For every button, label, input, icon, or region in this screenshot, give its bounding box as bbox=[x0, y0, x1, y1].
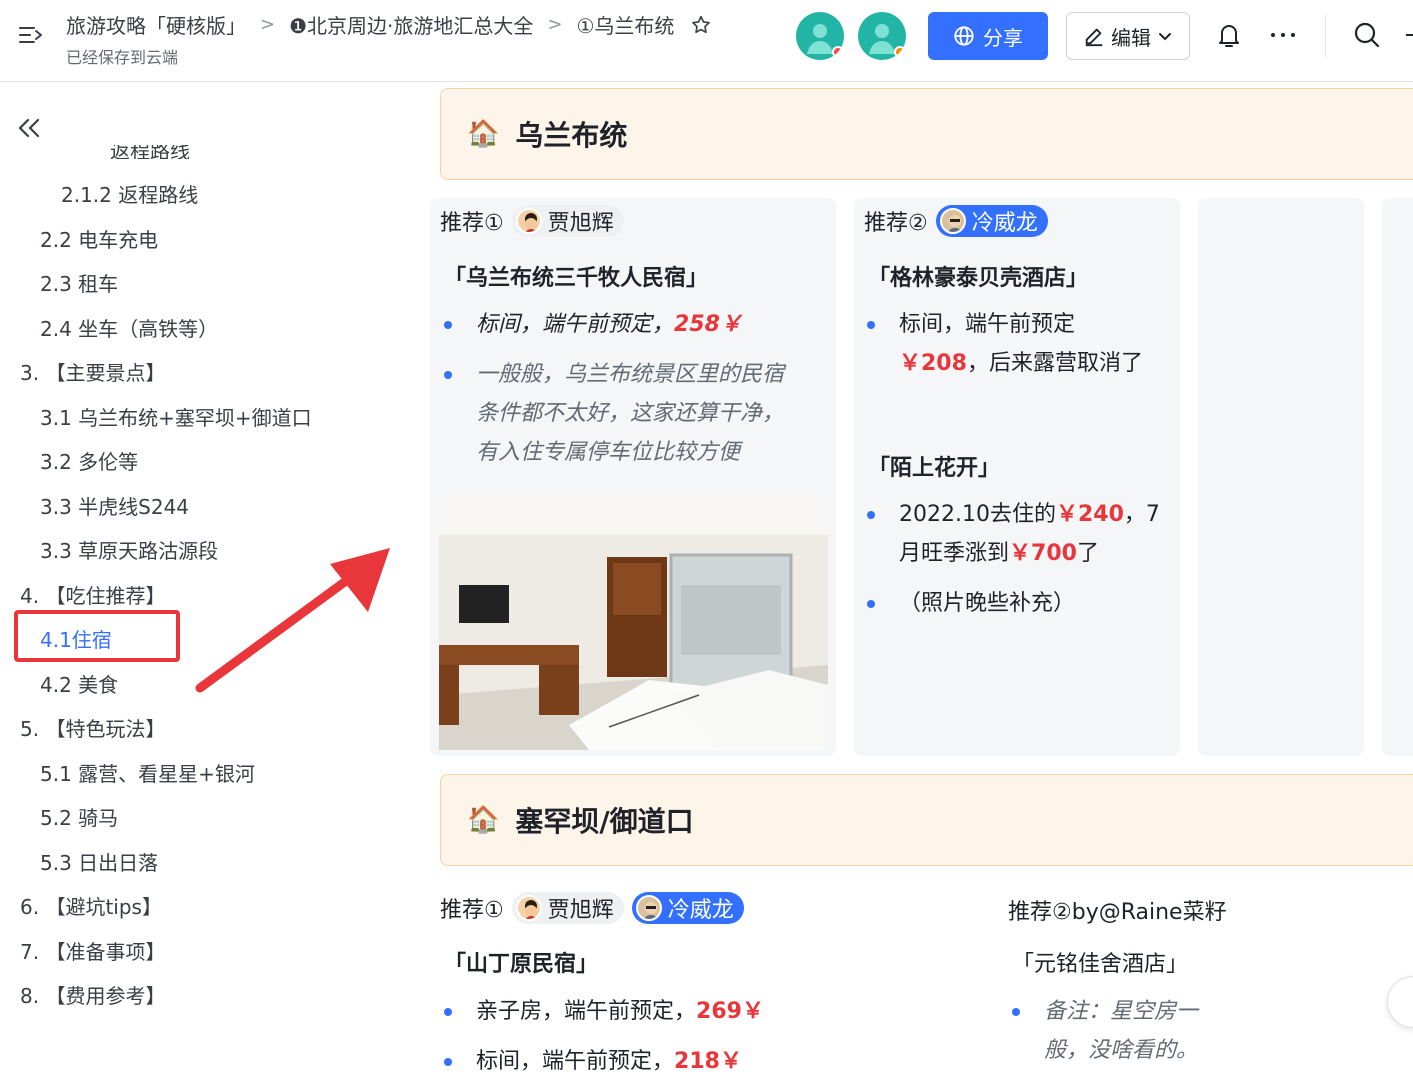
mention-chip[interactable]: 贾旭辉 bbox=[511, 205, 624, 237]
chevron-right-icon: > bbox=[547, 14, 563, 35]
toc-item[interactable]: 3. 【主要景点】 bbox=[20, 357, 165, 386]
recommender-line: 推荐① 贾旭辉 冷威龙 bbox=[440, 892, 744, 924]
hotel-name: 「山丁原民宿」 bbox=[444, 952, 599, 977]
toc-item[interactable]: 2.1.2 返程路线 bbox=[61, 179, 198, 208]
status-dot bbox=[832, 46, 844, 58]
avatar bbox=[515, 895, 542, 921]
hotel-name: 「格林豪泰贝壳酒店」 bbox=[868, 266, 1089, 291]
hotel-name: 「陌上花开」 bbox=[868, 456, 1001, 481]
list-item: 一般般，乌兰布统景区里的民宿 条件都不太好，这家还算干净， 有入住专属停车位比较… bbox=[444, 355, 826, 472]
mention-chip[interactable]: 贾旭辉 bbox=[511, 892, 624, 924]
recommender-line: 推荐②by@Raine菜籽 bbox=[1008, 900, 1227, 925]
mention-chip[interactable]: 冷威龙 bbox=[935, 205, 1048, 237]
toc-item-partial: 返程路线 bbox=[110, 145, 190, 159]
toc-item[interactable]: 5.2 骑马 bbox=[40, 802, 118, 831]
toc-item[interactable]: 4.2 美食 bbox=[40, 669, 118, 698]
section-title: 塞罕坝/御道口 bbox=[515, 805, 694, 838]
edit-label: 编辑 bbox=[1111, 25, 1151, 50]
status-dot bbox=[894, 46, 906, 58]
share-button[interactable]: 分享 bbox=[928, 12, 1048, 60]
search-icon[interactable] bbox=[1352, 20, 1382, 50]
avatar bbox=[635, 895, 662, 921]
hotel-name: 「元铭佳舍酒店」 bbox=[1012, 952, 1189, 977]
grid-column bbox=[1382, 198, 1413, 756]
list-item: （照片晚些补充） bbox=[867, 584, 1174, 623]
avatar bbox=[515, 208, 542, 234]
section-title: 乌兰布统 bbox=[515, 119, 628, 152]
toc-item[interactable]: 6. 【避坑tips】 bbox=[20, 891, 162, 920]
saved-status: 已经保存到云端 bbox=[66, 48, 179, 67]
menu-icon[interactable] bbox=[18, 24, 44, 46]
document-body: 🏠 乌兰布统 推荐① 贾旭辉 「乌兰布统三千牧人民宿」 标间，端午前预定，258… bbox=[430, 83, 1413, 1080]
edit-button[interactable]: 编辑 bbox=[1066, 12, 1190, 60]
avatar bbox=[939, 208, 966, 234]
divider bbox=[1325, 14, 1326, 58]
pencil-icon bbox=[1085, 28, 1103, 47]
callout-block: 🏠 塞罕坝/御道口 bbox=[440, 774, 1413, 866]
globe-icon bbox=[954, 26, 974, 46]
house-icon: 🏠 bbox=[467, 805, 500, 835]
list-item: 标间，端午前预定 ￥208，后来露营取消了 bbox=[867, 305, 1174, 383]
share-label: 分享 bbox=[983, 25, 1023, 50]
toc-item[interactable]: 2.2 电车充电 bbox=[40, 224, 158, 253]
bell-icon[interactable] bbox=[1214, 20, 1244, 50]
hotel-name: 「乌兰布统三千牧人民宿」 bbox=[444, 266, 709, 291]
room-photo[interactable] bbox=[439, 495, 828, 750]
highlight-box bbox=[14, 610, 180, 662]
more-icon[interactable] bbox=[1268, 20, 1298, 50]
toc-item[interactable]: 5.3 日出日落 bbox=[40, 847, 158, 876]
chevron-right-icon: > bbox=[260, 14, 276, 35]
chevron-down-icon bbox=[1159, 33, 1171, 41]
breadcrumb-item-guide[interactable]: 旅游攻略「硬核版」 bbox=[66, 10, 246, 39]
toc-item[interactable]: 5. 【特色玩法】 bbox=[20, 713, 165, 742]
star-icon[interactable] bbox=[690, 14, 712, 36]
avatar[interactable] bbox=[858, 12, 906, 60]
recommender-line: 推荐① 贾旭辉 bbox=[440, 205, 624, 237]
mention-chip[interactable]: 冷威龙 bbox=[631, 892, 744, 924]
toc-item[interactable]: 3.2 多伦等 bbox=[40, 446, 138, 475]
avatar[interactable] bbox=[796, 12, 844, 60]
list-item: 标间，端午前预定，258￥ bbox=[444, 305, 826, 344]
toc-item[interactable]: 3.3 半虎线S244 bbox=[40, 491, 189, 520]
more-menu-icon[interactable] bbox=[1404, 20, 1413, 50]
list-item: 标间，端午前预定，218￥ bbox=[444, 1042, 976, 1080]
toc-sidebar: 返程路线 2.1.2 返程路线 2.2 电车充电 2.3 租车 2.4 坐车（高… bbox=[0, 83, 400, 1080]
toc-item[interactable]: 4. 【吃住推荐】 bbox=[20, 580, 165, 609]
breadcrumb: 旅游攻略「硬核版」 > ❶北京周边·旅游地汇总大全 > ①乌兰布统 bbox=[66, 10, 712, 39]
callout-block: 🏠 乌兰布统 bbox=[440, 88, 1413, 180]
annotation-arrow bbox=[195, 548, 390, 693]
list-item: 2022.10去住的￥240，7 月旺季涨到￥700了 bbox=[867, 495, 1174, 573]
recommender-line: 推荐② 冷威龙 bbox=[864, 205, 1048, 237]
toc-item[interactable]: 2.4 坐车（高铁等） bbox=[40, 313, 218, 342]
toc-item[interactable]: 8. 【费用参考】 bbox=[20, 980, 165, 1009]
hotel-room-image bbox=[439, 495, 828, 750]
list-item: 亲子房，端午前预定，269￥ bbox=[444, 992, 976, 1031]
toc-item[interactable]: 3.1 乌兰布统+塞罕坝+御道口 bbox=[40, 402, 312, 431]
house-icon: 🏠 bbox=[467, 119, 500, 149]
toc-item[interactable]: 7. 【准备事项】 bbox=[20, 936, 165, 965]
list-item: 备注：星空房一 般，没啥看的。 bbox=[1012, 992, 1344, 1070]
grid-column bbox=[1198, 198, 1364, 756]
top-bar: 旅游攻略「硬核版」 > ❶北京周边·旅游地汇总大全 > ①乌兰布统 已经保存到云… bbox=[0, 0, 1413, 82]
breadcrumb-item-current[interactable]: ①乌兰布统 bbox=[576, 10, 674, 39]
collapse-sidebar-icon[interactable] bbox=[16, 117, 42, 139]
breadcrumb-item-beijing[interactable]: ❶北京周边·旅游地汇总大全 bbox=[289, 10, 533, 39]
toc-item[interactable]: 2.3 租车 bbox=[40, 268, 118, 297]
toc-item[interactable]: 5.1 露营、看星星+银河 bbox=[40, 758, 255, 787]
